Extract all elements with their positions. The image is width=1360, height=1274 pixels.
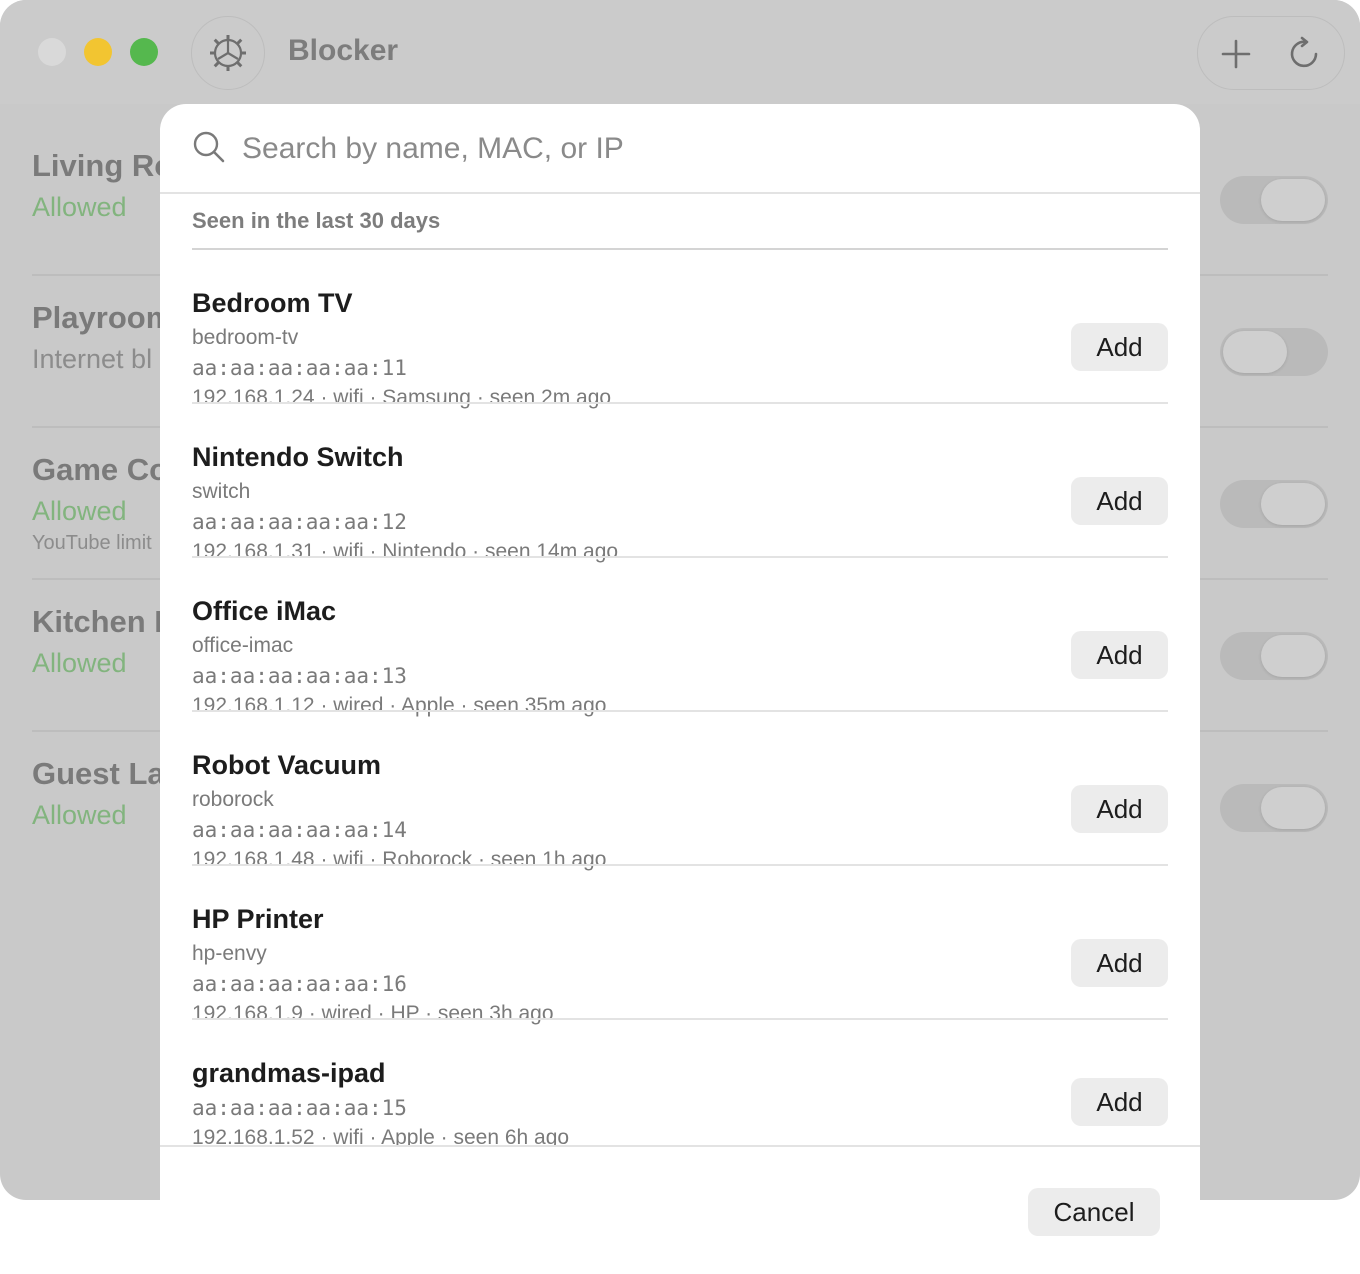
section-header: Seen in the last 30 days (192, 208, 1168, 250)
device-name: Guest La (32, 756, 165, 791)
device-mac: aa:aa:aa:aa:aa:12 (192, 510, 407, 534)
device-name: Kitchen D (32, 604, 177, 639)
device-name: Playroom (32, 300, 174, 335)
device-status: Internet bl (32, 344, 153, 374)
device-mac: aa:aa:aa:aa:aa:15 (192, 1096, 407, 1120)
device-status: Allowed (32, 496, 127, 526)
zoom-window-button[interactable] (130, 38, 158, 66)
device-hostname: roborock (192, 788, 274, 811)
list-item: Bedroom TV bedroom-tv aa:aa:aa:aa:aa:11 … (192, 250, 1168, 409)
device-status: Allowed (32, 648, 127, 678)
device-status: Allowed (32, 800, 127, 830)
list-item: Office iMac office-imac aa:aa:aa:aa:aa:1… (192, 558, 1168, 717)
add-button[interactable]: Add (1071, 323, 1168, 371)
gear-icon (210, 35, 246, 71)
device-status: Allowed (32, 192, 127, 222)
device-name: Game Co (32, 452, 169, 487)
device-name: Nintendo Switch (192, 442, 404, 472)
close-window-button[interactable] (38, 38, 66, 66)
cancel-button[interactable]: Cancel (1028, 1188, 1160, 1236)
app-title: Blocker (288, 34, 399, 67)
add-button[interactable]: Add (1071, 631, 1168, 679)
toolbar-group (1197, 16, 1345, 90)
add-button[interactable]: Add (1071, 1078, 1168, 1126)
add-button[interactable]: Add (1071, 939, 1168, 987)
device-name: Office iMac (192, 596, 337, 626)
title-bar: Blocker (0, 0, 1360, 104)
device-name: Robot Vacuum (192, 750, 382, 780)
device-toggle[interactable] (1220, 632, 1328, 680)
refresh-icon (1290, 36, 1318, 68)
settings-button[interactable] (191, 16, 265, 90)
device-mac: aa:aa:aa:aa:aa:16 (192, 972, 407, 996)
device-hostname: bedroom-tv (192, 326, 299, 349)
list-item: HP Printer hp-envy aa:aa:aa:aa:aa:16 192… (192, 866, 1168, 1025)
device-toggle[interactable] (1220, 480, 1328, 528)
device-name: Living Ro (32, 148, 174, 183)
add-device-button[interactable] (1215, 33, 1257, 75)
list-item: grandmas-ipad aa:aa:aa:aa:aa:15 192.168.… (192, 1020, 1168, 1145)
device-toggle[interactable] (1220, 176, 1328, 224)
device-hostname: switch (192, 480, 251, 503)
device-note: YouTube limit (32, 532, 152, 554)
device-info: 192.168.1.52 · wifi · Apple · seen 6h ag… (192, 1126, 570, 1145)
device-list[interactable]: Bedroom TV bedroom-tv aa:aa:aa:aa:aa:11 … (160, 250, 1200, 1145)
device-hostname: office-imac (192, 634, 294, 657)
device-name: grandmas-ipad (192, 1058, 386, 1088)
device-hostname: hp-envy (192, 942, 267, 965)
device-name: Bedroom TV (192, 288, 353, 318)
plus-icon (1221, 39, 1251, 69)
add-button[interactable]: Add (1071, 477, 1168, 525)
device-name: HP Printer (192, 904, 324, 934)
search-input[interactable] (242, 124, 1142, 174)
sheet-footer: Cancel (160, 1145, 1200, 1274)
device-toggle[interactable] (1220, 784, 1328, 832)
search-bar (160, 104, 1200, 194)
search-icon (193, 131, 225, 163)
add-button[interactable]: Add (1071, 785, 1168, 833)
device-toggle[interactable] (1220, 328, 1328, 376)
device-mac: aa:aa:aa:aa:aa:14 (192, 818, 407, 842)
refresh-button[interactable] (1285, 33, 1327, 75)
list-item: Robot Vacuum roborock aa:aa:aa:aa:aa:14 … (192, 712, 1168, 871)
list-item: Nintendo Switch switch aa:aa:aa:aa:aa:12… (192, 404, 1168, 563)
minimize-window-button[interactable] (84, 38, 112, 66)
device-mac: aa:aa:aa:aa:aa:13 (192, 664, 407, 688)
device-mac: aa:aa:aa:aa:aa:11 (192, 356, 407, 380)
add-device-sheet: Seen in the last 30 days Bedroom TV bedr… (160, 104, 1200, 1274)
